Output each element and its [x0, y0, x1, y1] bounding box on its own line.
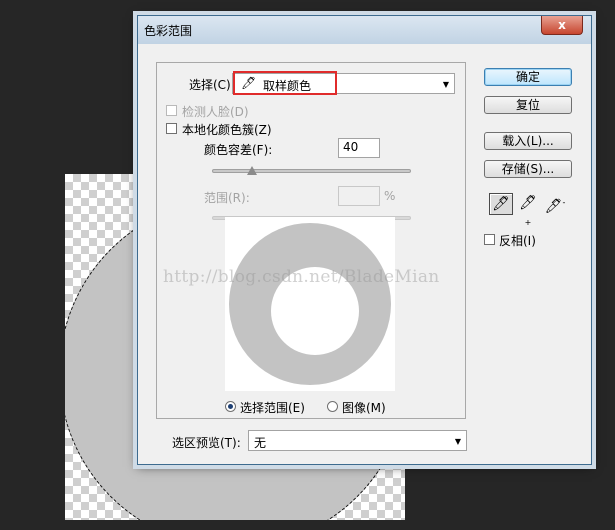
red-highlight-box	[233, 71, 337, 95]
chevron-down-icon: ▼	[442, 80, 449, 89]
selection-radio[interactable]	[225, 401, 236, 412]
eyedropper-icon[interactable]: 🖊︎	[489, 193, 513, 215]
selection-preview-dropdown[interactable]: 无 ▼	[248, 430, 467, 451]
selection-preview-label: 选区预览(T):	[172, 436, 241, 450]
invert-checkbox[interactable]	[484, 234, 495, 245]
title-bar[interactable]: 色彩范围 x	[138, 16, 591, 44]
range-label: 范围(R):	[204, 191, 250, 205]
load-button[interactable]: 载入(L)...	[484, 132, 572, 150]
preview-ring	[229, 223, 391, 385]
ok-button[interactable]: 确定	[484, 68, 572, 86]
eyedropper-plus-icon[interactable]: 🖊︎+	[516, 193, 540, 227]
dialog-title: 色彩范围	[144, 24, 193, 38]
select-label: 选择(C):	[189, 78, 235, 92]
chevron-down-icon: ▼	[454, 437, 461, 446]
fuzziness-input[interactable]: 40	[338, 138, 380, 158]
save-button[interactable]: 存储(S)...	[484, 160, 572, 178]
localized-clusters-checkbox[interactable]	[166, 123, 177, 134]
selection-preview-image	[225, 217, 395, 391]
detect-faces-checkbox[interactable]	[166, 105, 177, 116]
close-button[interactable]: x	[541, 16, 583, 35]
localized-clusters-label: 本地化颜色簇(Z)	[182, 123, 272, 137]
fuzziness-slider[interactable]	[212, 169, 411, 173]
eyedropper-minus-icon[interactable]: 🖊︎-	[543, 193, 567, 215]
image-radio-label: 图像(M)	[342, 401, 386, 415]
close-icon: x	[558, 18, 566, 32]
selection-radio-label: 选择范围(E)	[240, 401, 305, 415]
invert-label: 反相(I)	[499, 234, 536, 248]
reset-button[interactable]: 复位	[484, 96, 572, 114]
range-unit: %	[384, 189, 396, 203]
detect-faces-label: 检测人脸(D)	[182, 105, 249, 119]
selection-preview-value: 无	[254, 436, 267, 450]
fuzziness-slider-thumb[interactable]	[247, 166, 257, 175]
range-input[interactable]	[338, 186, 380, 206]
image-radio[interactable]	[327, 401, 338, 412]
fuzziness-label: 颜色容差(F):	[204, 143, 273, 157]
color-range-dialog: 色彩范围 x 选择(C): 🖊︎ 取样颜色 ▼ 检测人脸(D) 本地化颜色簇(Z…	[137, 15, 592, 465]
watermark-text: http://blog.csdn.net/BladeMian	[163, 267, 440, 287]
